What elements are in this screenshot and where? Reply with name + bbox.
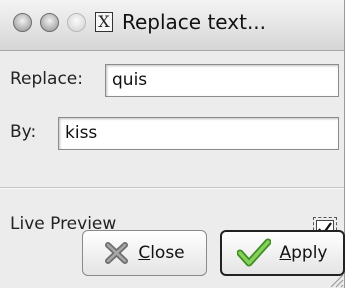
x11-icon: X <box>95 12 113 32</box>
apply-button-label: Apply <box>279 243 328 263</box>
zoom-window-icon[interactable] <box>67 13 86 32</box>
by-input[interactable]: kiss <box>58 117 339 150</box>
green-check-icon <box>237 238 272 268</box>
close-button[interactable]: Close <box>82 230 207 276</box>
close-x-icon <box>104 240 130 266</box>
title-bar[interactable]: X Replace text... <box>0 0 344 51</box>
replace-text-dialog: X Replace text... Replace: quis By: kiss… <box>0 0 345 288</box>
close-window-icon[interactable] <box>13 13 32 32</box>
resize-grip-icon[interactable] <box>326 270 344 288</box>
by-label: By: <box>10 122 37 142</box>
close-button-label: Close <box>138 243 185 263</box>
replace-label: Replace: <box>10 69 83 89</box>
window-title: Replace text... <box>122 10 267 34</box>
minimize-window-icon[interactable] <box>40 13 59 32</box>
replace-input[interactable]: quis <box>105 64 339 97</box>
separator <box>0 187 344 189</box>
